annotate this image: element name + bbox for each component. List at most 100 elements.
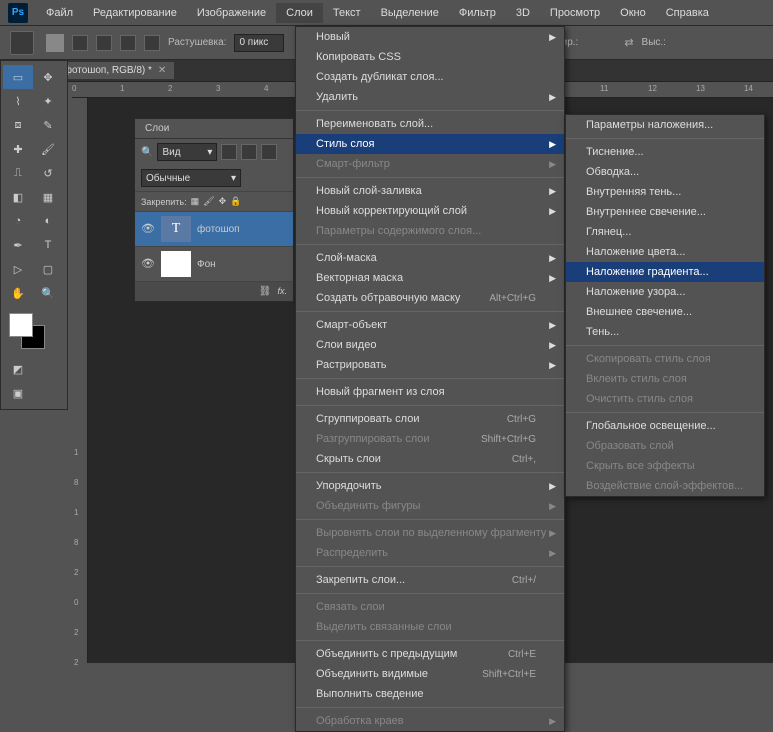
menu-item[interactable]: Создать обтравочную маскуAlt+Ctrl+G	[296, 288, 564, 308]
healing-tool[interactable]: ✚	[3, 137, 33, 161]
shape-tool[interactable]: ▢	[33, 257, 63, 281]
menu-item[interactable]: Векторная маска▶	[296, 268, 564, 288]
blur-tool[interactable]: ◔	[3, 209, 33, 233]
menu-item[interactable]: Стиль слоя▶	[296, 134, 564, 154]
color-swatches[interactable]	[7, 311, 47, 351]
filter-type-select[interactable]: Вид▾	[157, 143, 217, 161]
menu-item[interactable]: Внутренняя тень...	[566, 182, 764, 202]
menu-item[interactable]: Скрыть слоиCtrl+,	[296, 449, 564, 469]
menu-item[interactable]: Глянец...	[566, 222, 764, 242]
menu-item[interactable]: Слои видео▶	[296, 335, 564, 355]
menu-item[interactable]: Сгруппировать слоиCtrl+G	[296, 409, 564, 429]
menu-item[interactable]: Объединить видимыеShift+Ctrl+E	[296, 664, 564, 684]
visibility-icon[interactable]: 👁	[141, 257, 155, 271]
lock-position-icon[interactable]: ✥	[219, 196, 227, 207]
menu-item[interactable]: Внешнее свечение...	[566, 302, 764, 322]
tool-preset-icon[interactable]	[10, 31, 34, 55]
screenmode-tool[interactable]: ▣	[3, 381, 33, 405]
menu-item[interactable]: Глобальное освещение...	[566, 416, 764, 436]
crop-tool[interactable]: ⧈	[3, 113, 33, 137]
quickmask-tool[interactable]: ◩	[3, 357, 33, 381]
menu-item[interactable]: Новый корректирующий слой▶	[296, 201, 564, 221]
menu-item[interactable]: Удалить▶	[296, 87, 564, 107]
filter-icon-3[interactable]	[261, 144, 277, 160]
menu-item[interactable]: Обводка...	[566, 162, 764, 182]
filter-icon-2[interactable]	[241, 144, 257, 160]
menu-item[interactable]: Упорядочить▶	[296, 476, 564, 496]
menu-item[interactable]: Слой-маска▶	[296, 248, 564, 268]
menu-справка[interactable]: Справка	[656, 3, 719, 23]
menu-текст[interactable]: Текст	[323, 3, 371, 23]
selection-add-icon[interactable]	[96, 35, 112, 51]
menu-item[interactable]: Копировать CSS	[296, 47, 564, 67]
pen-tool[interactable]: ✒	[3, 233, 33, 257]
menu-item[interactable]: Тень...	[566, 322, 764, 342]
menu-item[interactable]: Новый фрагмент из слоя	[296, 382, 564, 402]
fx-icon[interactable]: fx.	[277, 286, 287, 297]
menu-item[interactable]: Смарт-объект▶	[296, 315, 564, 335]
dodge-tool[interactable]: ◐	[33, 209, 63, 233]
layer-item[interactable]: 👁 Фон	[135, 247, 293, 282]
gradient-tool[interactable]: ▦	[33, 185, 63, 209]
layer-item[interactable]: 👁 T фотошоп	[135, 212, 293, 247]
type-tool[interactable]: T	[33, 233, 63, 257]
menu-3d[interactable]: 3D	[506, 3, 540, 23]
menu-фильтр[interactable]: Фильтр	[449, 3, 506, 23]
layers-tab[interactable]: Слои	[135, 119, 293, 139]
filter-icon-1[interactable]	[221, 144, 237, 160]
menu-item[interactable]: Выполнить сведение	[296, 684, 564, 704]
swap-icon[interactable]: ⇄	[624, 36, 633, 49]
menu-файл[interactable]: Файл	[36, 3, 83, 23]
close-icon[interactable]: ✕	[158, 65, 166, 76]
eyedropper-tool[interactable]: ✎	[33, 113, 63, 137]
menu-item: Связать слои	[296, 597, 564, 617]
marquee-shape-icon[interactable]	[46, 34, 64, 52]
menu-item[interactable]: Наложение градиента...	[566, 262, 764, 282]
menu-item[interactable]: Растрировать▶	[296, 355, 564, 375]
menu-слои[interactable]: Слои	[276, 3, 323, 23]
menu-item[interactable]: Наложение узора...	[566, 282, 764, 302]
marquee-tool[interactable]: ▭	[3, 65, 33, 89]
menu-окно[interactable]: Окно	[610, 3, 656, 23]
selection-intersect-icon[interactable]	[144, 35, 160, 51]
menu-item[interactable]: Создать дубликат слоя...	[296, 67, 564, 87]
foreground-color[interactable]	[9, 313, 33, 337]
lock-transparency-icon[interactable]: ▦	[191, 196, 200, 207]
menu-изображение[interactable]: Изображение	[187, 3, 276, 23]
menu-выделение[interactable]: Выделение	[371, 3, 449, 23]
feather-input[interactable]	[234, 34, 284, 52]
lasso-tool[interactable]: ⌇	[3, 89, 33, 113]
move-tool[interactable]: ✥	[33, 65, 63, 89]
layer-thumbnail[interactable]	[161, 251, 191, 277]
menu-item[interactable]: Внутреннее свечение...	[566, 202, 764, 222]
menu-item[interactable]: Новый▶	[296, 27, 564, 47]
menu-item[interactable]: Переименовать слой...	[296, 114, 564, 134]
menu-item[interactable]: Параметры наложения...	[566, 115, 764, 135]
brush-tool[interactable]: 🖌	[33, 137, 63, 161]
stamp-tool[interactable]: ⎍	[3, 161, 33, 185]
lock-pixels-icon[interactable]: 🖌	[203, 196, 214, 207]
path-tool[interactable]: ▷	[3, 257, 33, 281]
selection-new-icon[interactable]	[72, 35, 88, 51]
link-icon[interactable]: ⛓	[259, 286, 272, 297]
lock-all-icon[interactable]: 🔒	[230, 196, 241, 207]
menu-редактирование[interactable]: Редактирование	[83, 3, 187, 23]
zoom-tool[interactable]: 🔍	[33, 281, 63, 305]
eraser-tool[interactable]: ◧	[3, 185, 33, 209]
hand-tool[interactable]: ✋	[3, 281, 33, 305]
selection-subtract-icon[interactable]	[120, 35, 136, 51]
menu-item: Обработка краев▶	[296, 711, 564, 731]
lock-label: Закрепить:	[141, 197, 187, 207]
menu-item[interactable]: Закрепить слои...Ctrl+/	[296, 570, 564, 590]
search-icon[interactable]: 🔍	[141, 147, 153, 158]
menu-item[interactable]: Объединить с предыдущимCtrl+E	[296, 644, 564, 664]
menu-просмотр[interactable]: Просмотр	[540, 3, 610, 23]
wand-tool[interactable]: ✦	[33, 89, 63, 113]
menu-item[interactable]: Наложение цвета...	[566, 242, 764, 262]
menu-item[interactable]: Тиснение...	[566, 142, 764, 162]
visibility-icon[interactable]: 👁	[141, 222, 155, 236]
menu-item[interactable]: Новый слой-заливка▶	[296, 181, 564, 201]
blend-mode-select[interactable]: Обычные▾	[141, 169, 241, 187]
layer-thumbnail[interactable]: T	[161, 216, 191, 242]
history-brush-tool[interactable]: ↺	[33, 161, 63, 185]
